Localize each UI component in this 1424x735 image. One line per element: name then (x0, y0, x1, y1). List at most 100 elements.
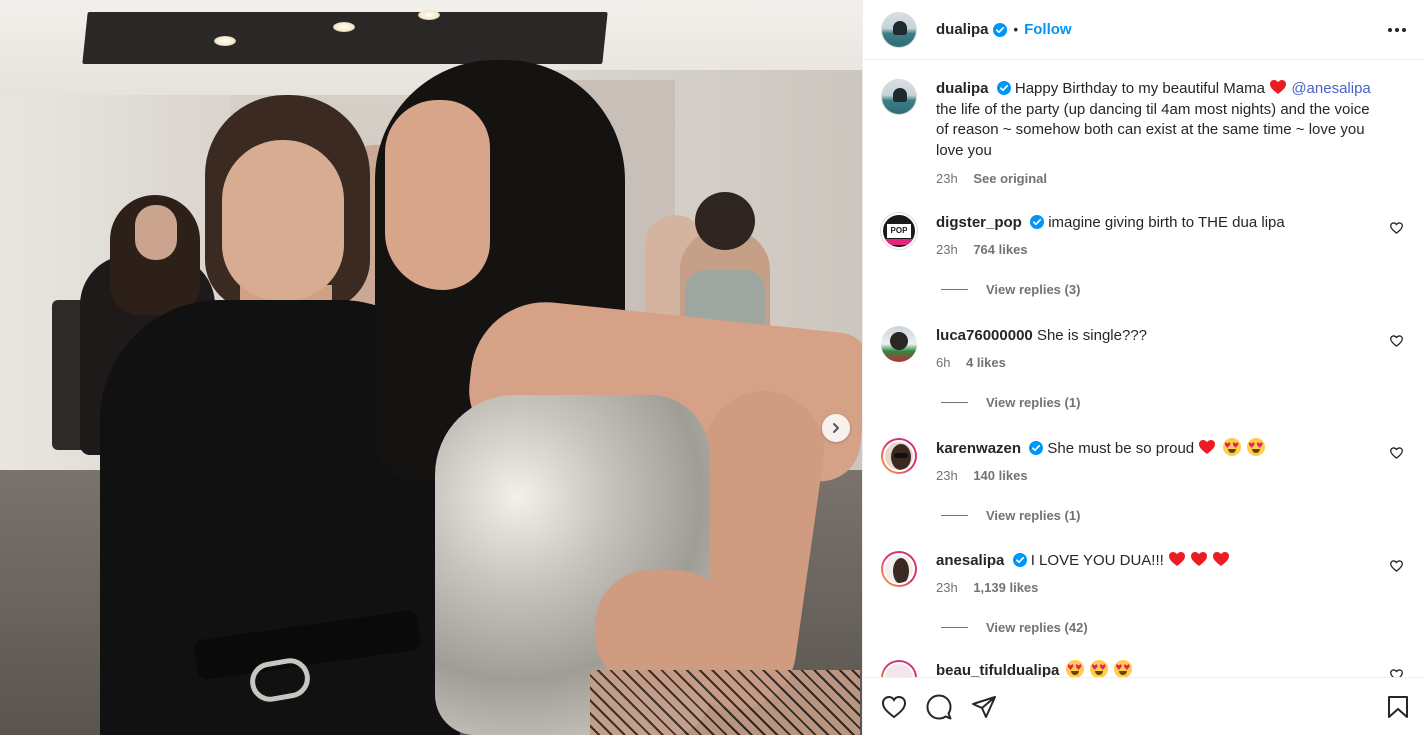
heart-eyes-emoji-icon (1246, 438, 1265, 456)
comment-body: beau_tifuldualipa (936, 660, 1376, 677)
follow-button[interactable]: Follow (1024, 21, 1072, 38)
comment-time[interactable]: 23h (936, 242, 958, 257)
send-icon (972, 695, 996, 718)
verified-badge-icon (992, 22, 1007, 37)
comment-item: luca76000000 She is single??? 6h 4 likes… (881, 326, 1411, 410)
red-heart-emoji-icon (1213, 552, 1230, 566)
caption-meta: 23h See original (936, 169, 1386, 190)
verified-badge-icon (1030, 215, 1045, 229)
comment-likes[interactable]: 140 likes (973, 468, 1027, 483)
photo-subject-dua (590, 670, 860, 735)
view-replies-button[interactable]: View replies (3) (941, 282, 1411, 297)
replies-divider (941, 627, 968, 628)
author-avatar[interactable] (881, 11, 917, 48)
more-horizontal-icon (1388, 27, 1406, 32)
comment-meta: 6h 4 likes (936, 353, 1376, 373)
photo-light (214, 36, 236, 46)
post-action-bar (863, 677, 1424, 735)
author-avatar[interactable] (881, 79, 917, 115)
comment-time[interactable]: 23h (936, 580, 958, 595)
avatar-stripe (883, 239, 915, 245)
next-media-button[interactable] (822, 414, 850, 442)
red-heart-emoji-icon (1199, 440, 1216, 454)
comment-meta: 23h 764 likes (936, 240, 1376, 260)
comment-likes[interactable]: 1,139 likes (973, 580, 1038, 595)
heart-icon (881, 695, 907, 718)
like-comment-button[interactable] (1390, 668, 1403, 677)
save-button[interactable] (1387, 695, 1409, 719)
heart-eyes-emoji-icon (1222, 438, 1241, 456)
share-button[interactable] (971, 695, 997, 719)
commenter-avatar[interactable] (881, 438, 917, 474)
comment-text: She is single??? (1036, 327, 1148, 344)
like-comment-button[interactable] (1390, 334, 1403, 352)
comment-likes[interactable]: 4 likes (966, 355, 1006, 370)
heart-eyes-emoji-icon (1065, 660, 1084, 677)
header-separator: • (1013, 22, 1019, 37)
heart-icon (1390, 669, 1403, 677)
comment-item: anesalipa I LOVE YOU DUA!!! 23h 1,139 li… (881, 551, 1411, 635)
view-replies-button[interactable]: View replies (1) (941, 508, 1411, 523)
post-side-panel: dualipa • Follow dualipa Happy Birthday … (862, 0, 1424, 735)
comment-time[interactable]: 6h (936, 355, 950, 370)
caption-text: Happy Birthday to my beautiful Mama (1014, 80, 1265, 97)
comment-body: luca76000000 She is single??? 6h 4 likes (936, 326, 1376, 373)
commenter-avatar-photo (883, 662, 915, 677)
caption-mention[interactable]: @anesalipa (1291, 80, 1370, 97)
verified-badge-icon (1029, 441, 1044, 455)
comment-item: karenwazen She must be so proud 23h 140 … (881, 438, 1411, 523)
more-options-button[interactable] (1387, 27, 1407, 33)
commenter-avatar[interactable]: POP (881, 213, 917, 249)
see-original-button[interactable]: See original (973, 171, 1047, 186)
photo-subject-dua (385, 100, 490, 290)
heart-eyes-emoji-icon (1089, 660, 1108, 677)
comment-item: beau_tifuldualipa (881, 660, 1411, 677)
photo-light (418, 10, 440, 20)
commenter-avatar[interactable] (881, 551, 917, 587)
post-header: dualipa • Follow (863, 0, 1424, 60)
view-replies-label: View replies (42) (986, 620, 1088, 635)
view-replies-button[interactable]: View replies (1) (941, 395, 1411, 410)
commenter-avatar[interactable] (881, 326, 917, 362)
comment-body: digster_pop imagine giving birth to THE … (936, 213, 1376, 260)
comment-time[interactable]: 23h (936, 468, 958, 483)
photo-ceiling-slot (82, 12, 608, 64)
comment-username[interactable]: luca76000000 (936, 327, 1033, 344)
comment-body: anesalipa I LOVE YOU DUA!!! 23h 1,139 li… (936, 551, 1376, 598)
view-replies-label: View replies (1) (986, 395, 1081, 410)
verified-badge-icon (1012, 553, 1027, 567)
comment-username[interactable]: digster_pop (936, 214, 1022, 231)
view-replies-label: View replies (3) (986, 282, 1081, 297)
comment-meta: 23h 1,139 likes (936, 578, 1376, 598)
commenter-avatar[interactable] (881, 660, 917, 677)
post-media[interactable] (0, 0, 862, 735)
like-comment-button[interactable] (1390, 559, 1403, 577)
photo-subject-mother (222, 140, 344, 300)
caption-text: the life of the party (up dancing til 4a… (936, 100, 1370, 159)
caption-time[interactable]: 23h (936, 171, 958, 186)
comment-meta: 23h 140 likes (936, 466, 1376, 486)
red-heart-emoji-icon (1169, 552, 1185, 566)
comment-username[interactable]: karenwazen (936, 440, 1021, 457)
like-button[interactable] (881, 695, 907, 719)
replies-divider (941, 402, 968, 403)
like-comment-button[interactable] (1390, 221, 1403, 239)
comment-text: She must be so proud (1047, 440, 1195, 457)
comment-username[interactable]: anesalipa (936, 552, 1004, 569)
comment-text: imagine giving birth to THE dua lipa (1048, 214, 1285, 231)
photo-background-person (695, 192, 755, 250)
comment-username[interactable]: beau_tifuldualipa (936, 662, 1059, 677)
comment-button[interactable] (926, 694, 952, 720)
replies-divider (941, 515, 968, 516)
view-replies-button[interactable]: View replies (42) (941, 620, 1411, 635)
heart-icon (1390, 560, 1403, 572)
author-username[interactable]: dualipa (936, 21, 989, 38)
caption-username[interactable]: dualipa (936, 80, 989, 97)
caption-text-block: dualipa Happy Birthday to my beautiful M… (936, 79, 1386, 190)
comment-likes[interactable]: 764 likes (973, 242, 1027, 257)
replies-divider (941, 289, 968, 290)
commenter-avatar-photo (883, 553, 915, 585)
comments-list[interactable]: dualipa Happy Birthday to my beautiful M… (863, 61, 1424, 677)
heart-icon (1390, 335, 1403, 347)
like-comment-button[interactable] (1390, 446, 1403, 464)
